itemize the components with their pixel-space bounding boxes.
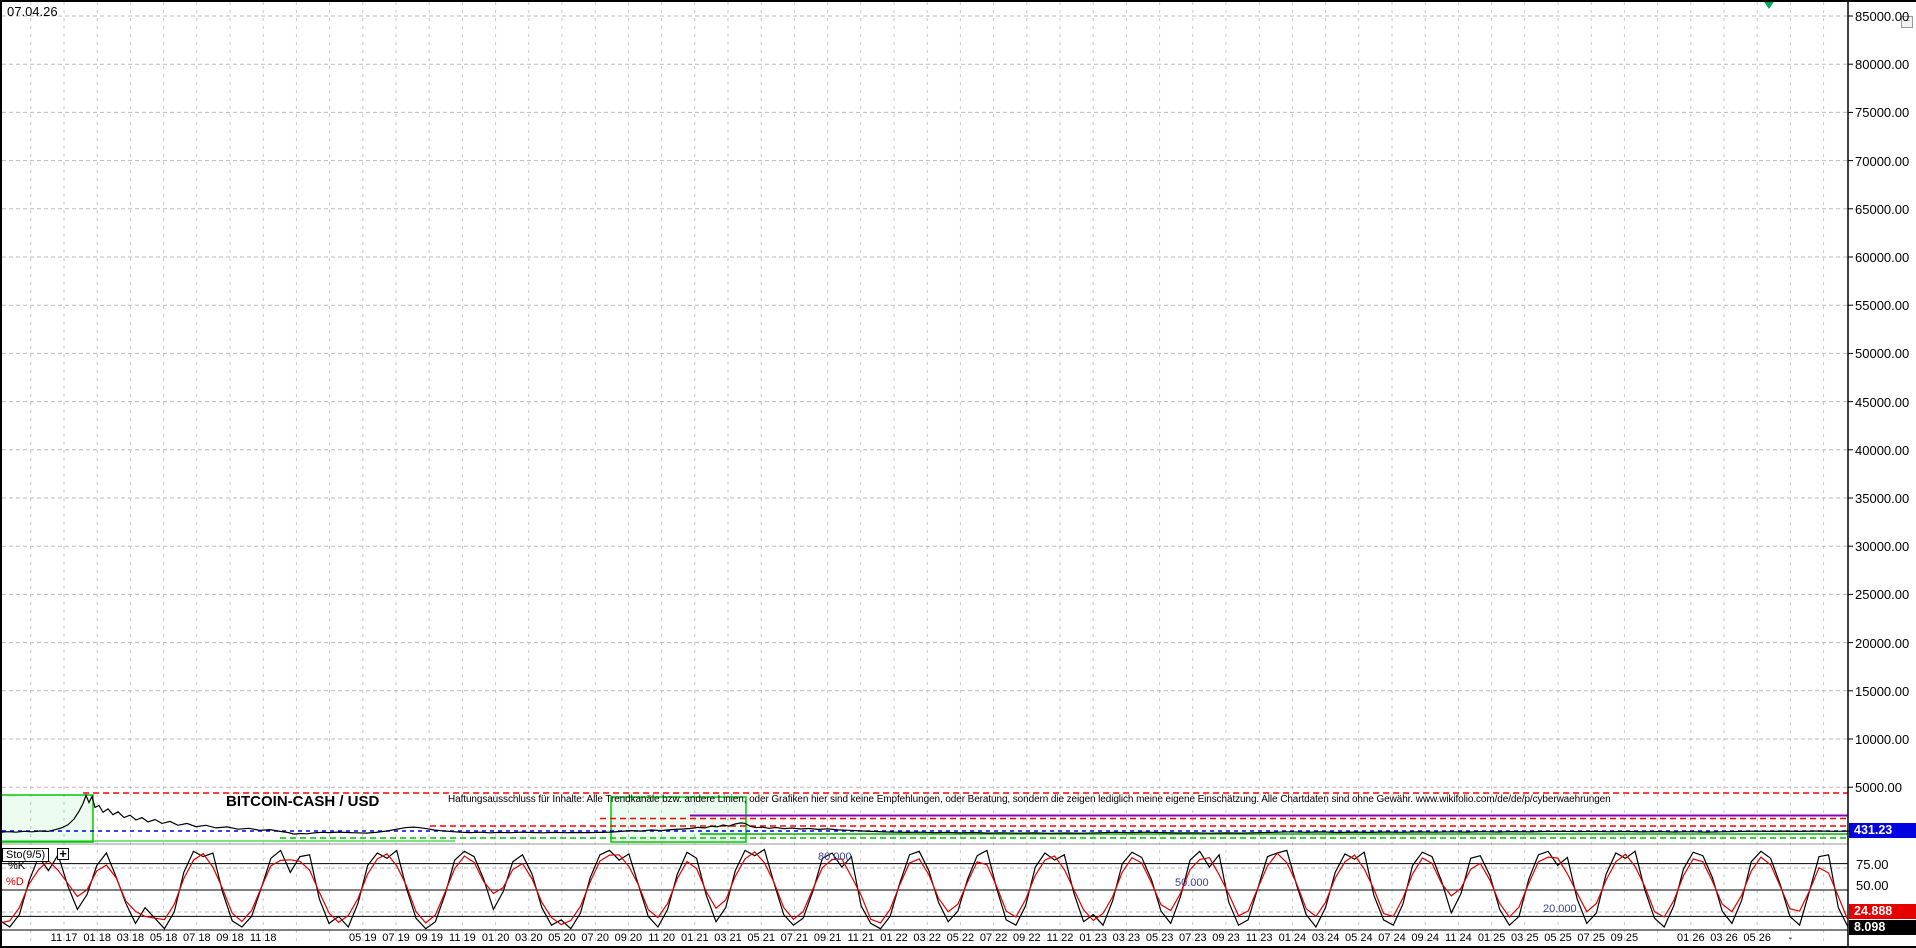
time-axis-label: 11 21 bbox=[847, 932, 875, 944]
time-axis-label: 01 26 bbox=[1677, 932, 1705, 944]
price-axis-label: 20000.00 bbox=[1855, 635, 1910, 651]
add-indicator-button[interactable]: + bbox=[57, 847, 69, 860]
time-axis-label: 03 25 bbox=[1511, 932, 1539, 944]
time-axis-label: 09 24 bbox=[1411, 932, 1439, 944]
time-axis-label: 07 19 bbox=[382, 932, 410, 944]
chart-window: 07.04.26 − BITCOIN-CASH / USD Haftungsau… bbox=[0, 0, 1916, 948]
time-axis-label: 07 23 bbox=[1179, 932, 1207, 944]
sto-axis-label-75: 75.00 bbox=[1856, 857, 1889, 872]
price-axis-label: 25000.00 bbox=[1855, 587, 1910, 603]
price-axis-label: 55000.00 bbox=[1855, 298, 1910, 314]
time-axis-label: 03 26 bbox=[1710, 932, 1738, 944]
time-axis-label: 09 22 bbox=[1013, 932, 1041, 944]
time-axis-label: 07 21 bbox=[780, 932, 809, 944]
time-axis-label: 01 25 bbox=[1477, 932, 1506, 944]
time-axis-label: 05 20 bbox=[548, 932, 576, 944]
date-label: 07.04.26 bbox=[7, 4, 58, 19]
time-axis-label: 03 22 bbox=[913, 932, 941, 944]
current-price-tag: 431.23 bbox=[1849, 823, 1916, 838]
price-axis-label: 30000.00 bbox=[1855, 539, 1910, 555]
time-axis-label: 07 24 bbox=[1378, 932, 1406, 944]
time-axis-label: 03 21 bbox=[714, 932, 742, 944]
time-axis-label: 09 25 bbox=[1610, 932, 1639, 944]
time-axis-label: 05 18 bbox=[149, 932, 178, 944]
price-axis-label: 40000.00 bbox=[1855, 442, 1910, 458]
sto-d-value-tag: 24.888 bbox=[1849, 904, 1916, 919]
sto-axis-label-50: 50.00 bbox=[1856, 878, 1889, 893]
time-axis-label: 07 18 bbox=[183, 932, 211, 944]
time-axis-label: - bbox=[1788, 932, 1793, 944]
price-axis-label: 65000.00 bbox=[1855, 201, 1910, 217]
time-axis-label: 05 25 bbox=[1544, 932, 1572, 944]
time-axis-label: 01 23 bbox=[1079, 932, 1107, 944]
time-axis-label: 05 19 bbox=[349, 932, 377, 944]
time-axis-label: 01 21 bbox=[681, 932, 709, 944]
time-axis-label: 07 25 bbox=[1577, 932, 1605, 944]
chart-title: BITCOIN-CASH / USD bbox=[226, 793, 380, 810]
time-axis-label: 05 26 bbox=[1743, 932, 1771, 944]
price-axis-label: 45000.00 bbox=[1855, 394, 1910, 410]
sto-k-value-tag: 8.098 bbox=[1849, 920, 1916, 935]
sto-level-annotation: 50.000 bbox=[1175, 877, 1209, 889]
price-axis-label: 75000.00 bbox=[1855, 105, 1910, 121]
time-axis-label: 01 24 bbox=[1278, 932, 1307, 944]
sto-d-label: %D bbox=[6, 876, 24, 888]
time-axis-label: 11 20 bbox=[648, 932, 675, 944]
price-axis-label: 80000.00 bbox=[1855, 57, 1910, 73]
time-axis-label: 11 22 bbox=[1046, 932, 1074, 944]
time-axis-label: 01 20 bbox=[481, 932, 510, 944]
time-axis-label: 09 19 bbox=[415, 932, 443, 944]
time-axis-label: 09 21 bbox=[813, 932, 842, 944]
divider bbox=[0, 0, 2, 948]
time-axis-label: 03 23 bbox=[1112, 932, 1141, 944]
time-axis-label: 11 17 bbox=[50, 932, 78, 944]
sto-level-annotation: 20.000 bbox=[1543, 903, 1577, 916]
time-axis-label: 09 23 bbox=[1212, 932, 1240, 944]
price-axis-label: 85000.00 bbox=[1855, 9, 1910, 24]
time-axis-label: 11 18 bbox=[249, 932, 277, 944]
price-axis-label: 15000.00 bbox=[1855, 683, 1910, 699]
time-axis-label: 05 21 bbox=[747, 932, 775, 944]
time-axis-label: 01 22 bbox=[880, 932, 908, 944]
time-axis-label: 03 20 bbox=[515, 932, 543, 944]
time-axis-label: 01 18 bbox=[83, 932, 111, 944]
price-axis-label: 35000.00 bbox=[1855, 491, 1910, 506]
time-axis-label: 05 22 bbox=[946, 932, 975, 944]
time-axis-label: 05 24 bbox=[1345, 932, 1373, 944]
time-axis-label: 11 19 bbox=[449, 932, 476, 944]
time-axis-label: 11 24 bbox=[1445, 932, 1472, 944]
time-axis-label: 03 18 bbox=[116, 932, 145, 944]
sto-level-annotation: 80.000 bbox=[818, 850, 852, 863]
price-axis-label: 60000.00 bbox=[1855, 250, 1910, 265]
sto-k-label: %K bbox=[8, 860, 26, 872]
time-axis-label: 05 23 bbox=[1145, 932, 1174, 944]
time-axis-label: 11 23 bbox=[1245, 932, 1273, 944]
time-axis-label: 07 20 bbox=[581, 932, 609, 944]
divider bbox=[0, 0, 1916, 2]
time-axis-label: 03 24 bbox=[1311, 932, 1340, 944]
price-axis-label: 5000.00 bbox=[1855, 780, 1902, 796]
price-axis-label: 10000.00 bbox=[1855, 732, 1910, 747]
time-axis-label: 07 22 bbox=[979, 932, 1008, 944]
time-axis-label: 09 18 bbox=[216, 932, 244, 944]
disclaimer-text: Haftungsausschluss für Inhalte: Alle Tre… bbox=[448, 794, 1611, 805]
price-axis-label: 50000.00 bbox=[1855, 346, 1910, 362]
time-axis-label: 09 20 bbox=[614, 932, 643, 944]
price-axis-label: 70000.00 bbox=[1855, 153, 1910, 169]
